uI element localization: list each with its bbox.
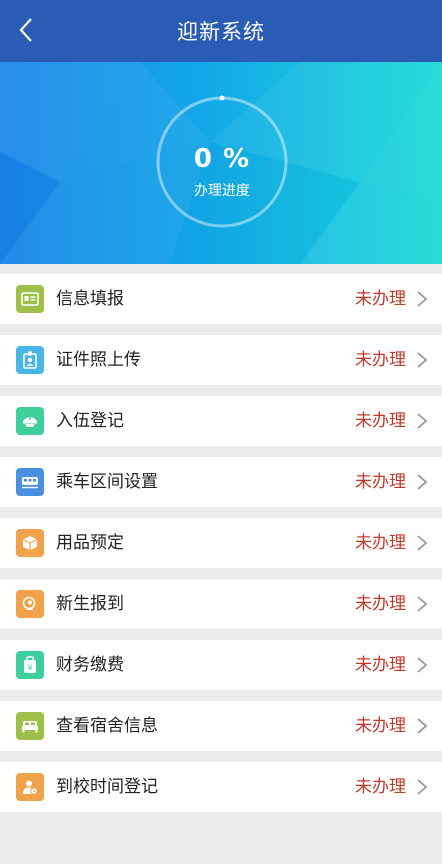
status-badge: 未办理 xyxy=(355,472,406,492)
nav-bar: 迎新系统 xyxy=(0,0,442,62)
back-button[interactable] xyxy=(8,12,44,48)
status-badge: 未办理 xyxy=(355,289,406,309)
chevron-left-icon xyxy=(19,18,32,42)
progress-banner: 0 % 办理进度 xyxy=(0,62,442,264)
status-badge: 未办理 xyxy=(355,533,406,553)
page-title: 迎新系统 xyxy=(177,20,265,44)
status-badge: 未办理 xyxy=(355,594,406,614)
chevron-right-icon xyxy=(417,718,428,734)
list-item-enlistment[interactable]: 入伍登记 未办理 xyxy=(0,396,442,446)
id-card-icon xyxy=(16,285,44,313)
item-label: 证件照上传 xyxy=(56,350,141,370)
user-clock-icon xyxy=(16,773,44,801)
chevron-right-icon xyxy=(417,535,428,551)
list-item-train-section[interactable]: 乘车区间设置 未办理 xyxy=(0,457,442,507)
item-label: 财务缴费 xyxy=(56,655,124,675)
military-cap-icon xyxy=(16,407,44,435)
list-item-photo-upload[interactable]: 证件照上传 未办理 xyxy=(0,335,442,385)
item-label: 信息填报 xyxy=(56,289,124,309)
status-badge: 未办理 xyxy=(355,655,406,675)
chevron-right-icon xyxy=(417,352,428,368)
status-badge: 未办理 xyxy=(355,716,406,736)
list-item-info-form[interactable]: 信息填报 未办理 xyxy=(0,274,442,324)
list-item-registration[interactable]: 新生报到 未办理 xyxy=(0,579,442,629)
progress-percent: 0 % xyxy=(193,144,251,174)
item-label: 新生报到 xyxy=(56,594,124,614)
status-badge: 未办理 xyxy=(355,411,406,431)
progress-indicator-dot xyxy=(219,95,225,101)
status-badge: 未办理 xyxy=(355,777,406,797)
user-check-icon xyxy=(16,590,44,618)
item-label: 到校时间登记 xyxy=(56,777,158,797)
list-item-dormitory[interactable]: 查看宿舍信息 未办理 xyxy=(0,701,442,751)
photo-badge-icon xyxy=(16,346,44,374)
list-item-supplies[interactable]: 用品预定 未办理 xyxy=(0,518,442,568)
chevron-right-icon xyxy=(417,291,428,307)
wallet-icon: ¥ xyxy=(16,651,44,679)
chevron-right-icon xyxy=(417,474,428,490)
chevron-right-icon xyxy=(417,657,428,673)
chevron-right-icon xyxy=(417,779,428,795)
chevron-right-icon xyxy=(417,596,428,612)
chevron-right-icon xyxy=(417,413,428,429)
status-badge: 未办理 xyxy=(355,350,406,370)
item-label: 查看宿舍信息 xyxy=(56,716,158,736)
list-item-payment[interactable]: ¥ 财务缴费 未办理 xyxy=(0,640,442,690)
item-label: 用品预定 xyxy=(56,533,124,553)
item-label: 乘车区间设置 xyxy=(56,472,158,492)
progress-label: 办理进度 xyxy=(194,183,250,199)
box-icon xyxy=(16,529,44,557)
bed-icon xyxy=(16,712,44,740)
item-label: 入伍登记 xyxy=(56,411,124,431)
list-item-arrival-time[interactable]: 到校时间登记 未办理 xyxy=(0,762,442,812)
train-icon xyxy=(16,468,44,496)
svg-text:¥: ¥ xyxy=(27,664,32,673)
